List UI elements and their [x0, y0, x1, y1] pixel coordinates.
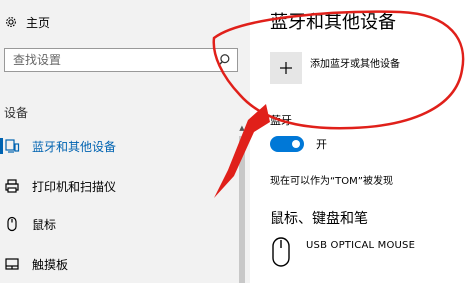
bluetooth-toggle[interactable]: [270, 136, 304, 152]
search-icon[interactable]: [217, 53, 231, 67]
gear-icon: [6, 17, 16, 27]
home-link[interactable]: 主页: [4, 12, 50, 32]
main-content: 蓝牙和其他设备 添加蓝牙或其他设备 蓝牙 开 现在可以作为“TOM”被发现 鼠标…: [250, 0, 467, 283]
bluetooth-label: 蓝牙: [270, 114, 292, 127]
sidebar-item-label: 触摸板: [32, 257, 69, 272]
touchpad-icon: [5, 258, 19, 270]
sidebar-item-label: 蓝牙和其他设备: [32, 139, 117, 154]
home-label: 主页: [26, 15, 51, 30]
page-title: 蓝牙和其他设备: [270, 12, 396, 33]
mouse-icon: [272, 237, 290, 267]
add-device-label[interactable]: 添加蓝牙或其他设备: [310, 55, 400, 70]
printer-icon: [5, 179, 19, 193]
toggle-knob: [292, 140, 300, 148]
search-box[interactable]: [4, 48, 238, 72]
bluetooth-state: 开: [316, 138, 327, 151]
sidebar-item-mouse[interactable]: 鼠标: [0, 212, 234, 236]
bluetooth-devices-icon: [5, 139, 20, 153]
device-name: USB OPTICAL MOUSE: [306, 240, 416, 251]
sidebar: 主页 设备 蓝牙和其他设备 打印机和扫描仪 鼠标: [0, 0, 250, 283]
scrollbar-thumb[interactable]: [239, 136, 245, 283]
sidebar-item-touchpad[interactable]: 触摸板: [0, 252, 234, 276]
sidebar-item-label: 打印机和扫描仪: [32, 179, 117, 194]
search-input[interactable]: [11, 52, 217, 68]
sidebar-scrollbar[interactable]: ▲: [237, 122, 247, 283]
sidebar-item-label: 鼠标: [32, 217, 57, 232]
add-device-button[interactable]: [270, 52, 302, 84]
section-label-devices: 设备: [4, 106, 29, 120]
device-item[interactable]: USB OPTICAL MOUSE: [270, 236, 415, 268]
section-title: 鼠标、键盘和笔: [270, 211, 368, 227]
plus-icon: [280, 62, 292, 74]
sidebar-item-printers[interactable]: 打印机和扫描仪: [0, 174, 234, 198]
scroll-up-icon[interactable]: ▲: [237, 122, 247, 134]
sidebar-item-bluetooth[interactable]: 蓝牙和其他设备: [0, 134, 234, 158]
discoverable-text: 现在可以作为“TOM”被发现: [270, 176, 393, 187]
mouse-icon: [7, 216, 17, 232]
